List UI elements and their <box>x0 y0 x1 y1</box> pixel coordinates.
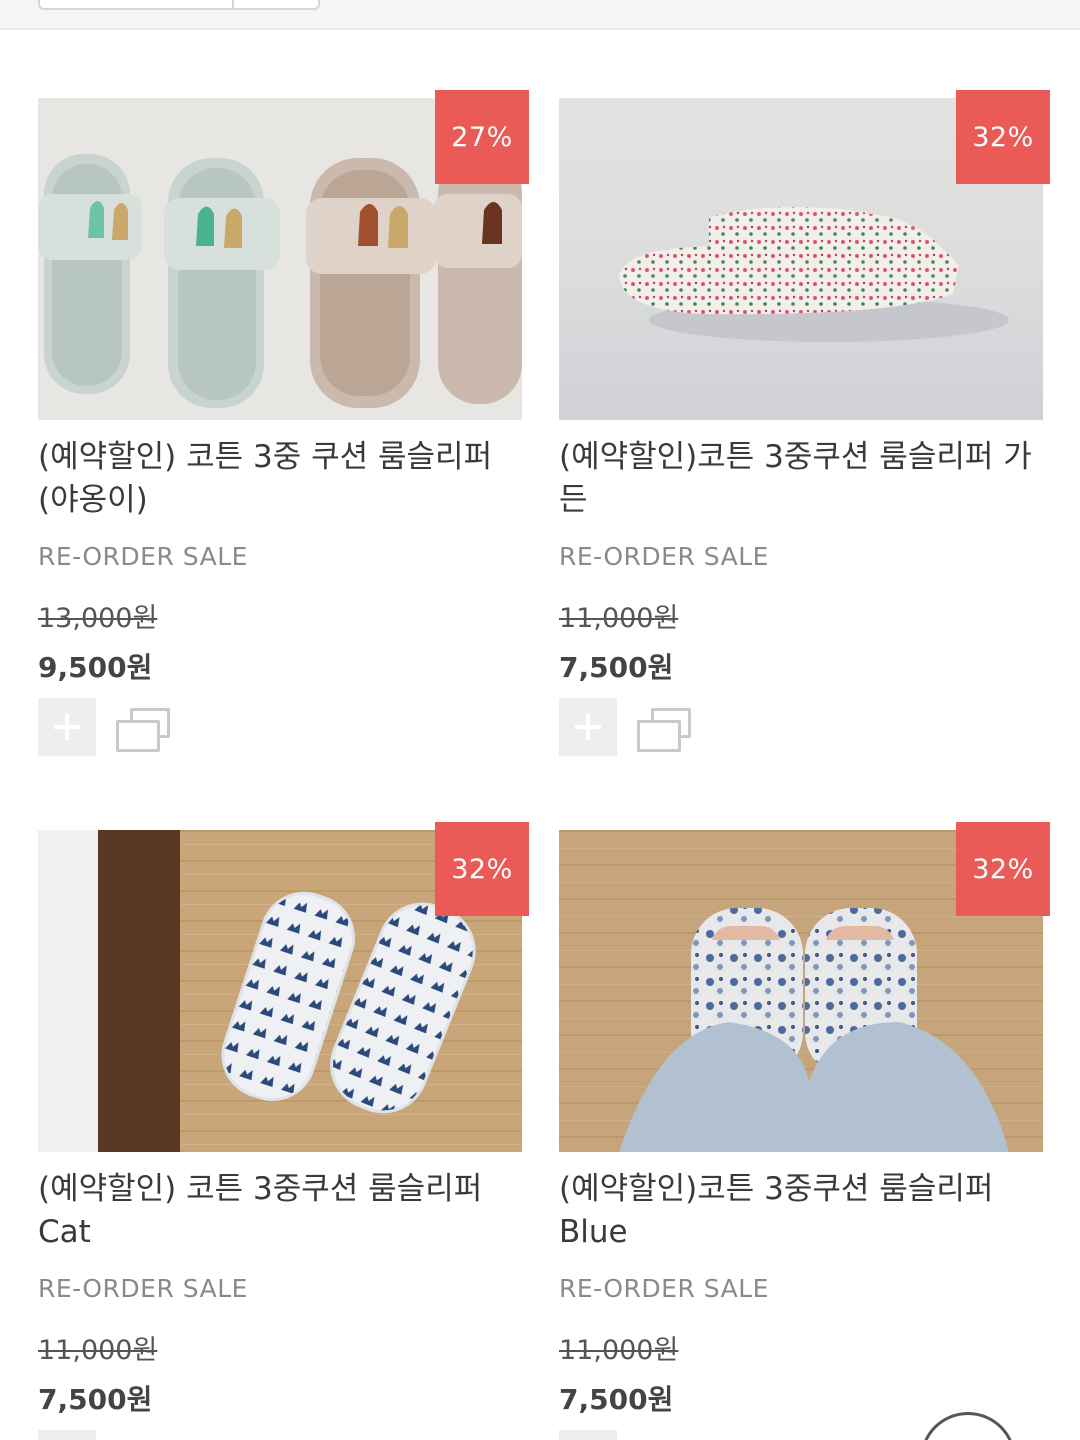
compare-icon[interactable] <box>637 708 695 754</box>
product-name[interactable]: (예약할인) 코튼 3중 쿠션 룸슬리퍼 (야옹이) <box>38 436 522 522</box>
discount-badge: 32% <box>956 822 1050 916</box>
discount-badge: 32% <box>956 90 1050 184</box>
product-card[interactable]: 27% (예약할인) 코튼 3중 쿠션 룸슬리퍼 (야옹이) RE-ORDER … <box>38 90 529 758</box>
product-label: RE-ORDER SALE <box>559 542 769 571</box>
original-price: 13,000원 <box>38 603 158 634</box>
original-price: 11,000원 <box>38 1335 158 1366</box>
product-card[interactable]: 32% (예약할인)코튼 3중쿠션 룸슬리퍼 가든 RE-ORDER SALE … <box>559 90 1050 758</box>
product-card[interactable]: 32% (예약할인) 코튼 3중쿠션 룸슬리퍼 Cat RE-ORDER SAL… <box>38 822 529 1440</box>
add-to-cart-button[interactable] <box>559 1430 617 1440</box>
discount-badge: 27% <box>435 90 529 184</box>
product-name[interactable]: (예약할인) 코튼 3중쿠션 룸슬리퍼 Cat <box>38 1168 522 1254</box>
original-price: 11,000원 <box>559 1335 679 1366</box>
product-label: RE-ORDER SALE <box>38 1274 248 1303</box>
add-to-cart-button[interactable] <box>38 1430 96 1440</box>
product-name[interactable]: (예약할인)코튼 3중쿠션 룸슬리퍼 Blue <box>559 1168 1043 1254</box>
sale-price: 7,500원 <box>559 1383 674 1416</box>
product-name[interactable]: (예약할인)코튼 3중쿠션 룸슬리퍼 가든 <box>559 436 1043 522</box>
add-to-cart-button[interactable] <box>559 698 617 756</box>
top-toolbar <box>0 0 1080 30</box>
sort-select[interactable] <box>38 0 234 10</box>
view-toggle[interactable] <box>232 0 320 10</box>
compare-icon[interactable] <box>116 708 174 754</box>
sale-price: 9,500원 <box>38 651 153 684</box>
sale-price: 7,500원 <box>38 1383 153 1416</box>
sale-price: 7,500원 <box>559 651 674 684</box>
add-to-cart-button[interactable] <box>38 698 96 756</box>
product-card[interactable]: 32% (예약할인)코튼 3중쿠션 룸슬리퍼 Blue RE-ORDER SAL… <box>559 822 1050 1440</box>
original-price: 11,000원 <box>559 603 679 634</box>
product-label: RE-ORDER SALE <box>38 542 248 571</box>
discount-badge: 32% <box>435 822 529 916</box>
product-label: RE-ORDER SALE <box>559 1274 769 1303</box>
